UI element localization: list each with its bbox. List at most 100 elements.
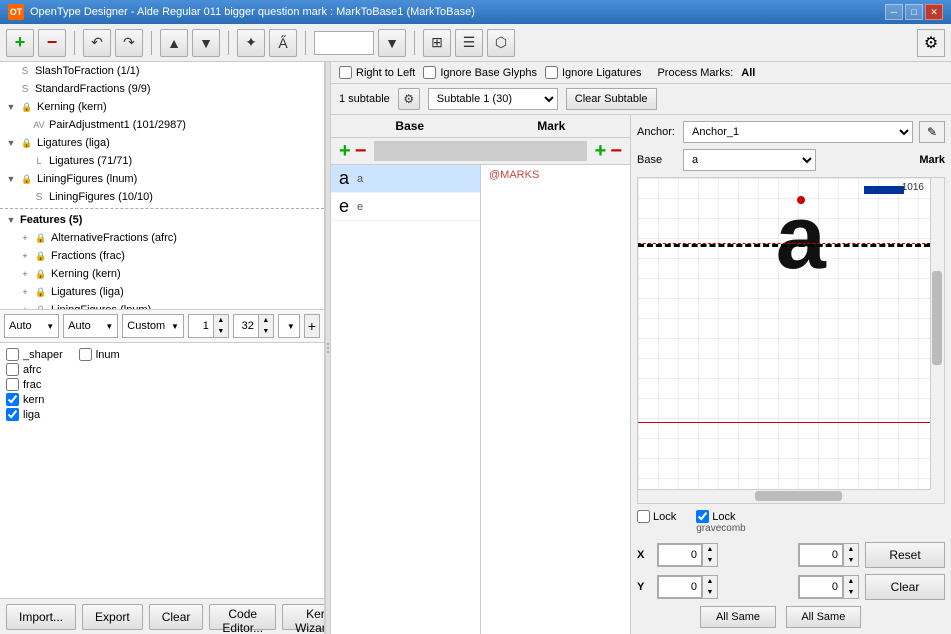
- spin-down-2[interactable]: ▼: [259, 326, 273, 337]
- subtable-settings-button[interactable]: ⚙: [398, 88, 420, 110]
- mark-remove-button[interactable]: −: [610, 141, 622, 161]
- tree-item-ligatures[interactable]: ▼ 🔒 Ligatures (liga): [0, 134, 324, 152]
- expand-icon[interactable]: +: [18, 267, 32, 281]
- tree-item[interactable]: S LiningFigures (10/10): [28, 188, 324, 206]
- ignore-base-glyphs-checkbox[interactable]: [423, 66, 436, 79]
- text-button[interactable]: A̋: [269, 29, 297, 57]
- spin-up-2[interactable]: ▲: [259, 315, 273, 326]
- y-mark-input[interactable]: 0: [799, 576, 843, 598]
- spin-up-1[interactable]: ▲: [214, 315, 228, 326]
- x-mark-down[interactable]: ▼: [844, 555, 858, 566]
- add-feature-button[interactable]: +: [6, 29, 34, 57]
- expand-icon[interactable]: ▼: [4, 136, 18, 150]
- view3-button[interactable]: ⬡: [487, 29, 515, 57]
- x-mark-input[interactable]: 0: [799, 544, 843, 566]
- minimize-button[interactable]: ─: [885, 4, 903, 20]
- subtable-select[interactable]: Subtable 1 (30): [428, 88, 558, 110]
- y-base-down[interactable]: ▼: [703, 587, 717, 598]
- feature-checkbox-frac[interactable]: [6, 378, 19, 391]
- y-base-spin-arrows[interactable]: ▲ ▼: [702, 576, 717, 598]
- y-mark-down[interactable]: ▼: [844, 587, 858, 598]
- spin-box-1[interactable]: 1 ▲ ▼: [188, 314, 229, 338]
- feature-checkbox-kern[interactable]: [6, 393, 19, 406]
- anchor-edit-button[interactable]: ✎: [919, 121, 945, 143]
- tree-group-features[interactable]: ▼ Features (5): [0, 211, 324, 229]
- move-down-button[interactable]: ▼: [192, 29, 220, 57]
- base-add-button[interactable]: +: [339, 141, 351, 161]
- expand-icon[interactable]: +: [18, 249, 32, 263]
- all-same-base-button[interactable]: All Same: [700, 606, 775, 628]
- tree-item[interactable]: + 🔒 Fractions (frac): [14, 247, 324, 265]
- redo-button[interactable]: ↷: [115, 29, 143, 57]
- feature-checkbox-afrc[interactable]: [6, 363, 19, 376]
- grid-view-button[interactable]: ⊞: [423, 29, 451, 57]
- tree-item[interactable]: + 🔒 AlternativeFractions (afrc): [14, 229, 324, 247]
- x-base-down[interactable]: ▼: [703, 555, 717, 566]
- spin-arrows-1[interactable]: ▲ ▼: [213, 315, 228, 337]
- auto-combo-1[interactable]: Auto ▼: [4, 314, 59, 338]
- auto-combo-2[interactable]: Auto ▼: [63, 314, 118, 338]
- titlebar-controls[interactable]: ─ □ ✕: [885, 4, 943, 20]
- x-base-spinbox[interactable]: 0 ▲ ▼: [657, 543, 718, 567]
- undo-button[interactable]: ↶: [83, 29, 111, 57]
- custom-combo[interactable]: Custom ▼: [122, 314, 184, 338]
- expand-icon[interactable]: +: [18, 303, 32, 310]
- lookup-combo[interactable]: ▼: [278, 314, 300, 338]
- base-table[interactable]: a a e e: [331, 165, 481, 634]
- y-base-up[interactable]: ▲: [703, 576, 717, 587]
- anchor-select[interactable]: Anchor_1: [683, 121, 913, 143]
- tree-item[interactable]: L Ligatures (71/71): [28, 152, 324, 170]
- expand-icon[interactable]: +: [18, 285, 32, 299]
- tree-item[interactable]: S SlashToFraction (1/1): [14, 62, 324, 80]
- y-mark-spin-arrows[interactable]: ▲ ▼: [843, 576, 858, 598]
- lock-grave-checkbox[interactable]: [696, 510, 709, 523]
- h-scrollbar-thumb[interactable]: [755, 491, 843, 501]
- tree-item[interactable]: + 🔒 LiningFigures (lnum): [14, 301, 324, 310]
- import-button[interactable]: Import...: [6, 604, 76, 630]
- y-mark-up[interactable]: ▲: [844, 576, 858, 587]
- base-glyph-select[interactable]: a: [683, 149, 816, 171]
- tree-item-liningfigures[interactable]: ▼ 🔒 LiningFigures (lnum): [0, 170, 324, 188]
- spin-arrows-2[interactable]: ▲ ▼: [258, 315, 273, 337]
- expand-icon[interactable]: ▼: [4, 172, 18, 186]
- v-scrollbar-thumb[interactable]: [932, 271, 942, 364]
- reset-button[interactable]: Reset: [865, 542, 945, 568]
- y-base-spinbox[interactable]: 0 ▲ ▼: [657, 575, 718, 599]
- x-mark-up[interactable]: ▲: [844, 544, 858, 555]
- x-base-up[interactable]: ▲: [703, 544, 717, 555]
- zoom-input[interactable]: 3.00%: [314, 31, 374, 55]
- move-up-button[interactable]: ▲: [160, 29, 188, 57]
- x-base-input[interactable]: 0: [658, 544, 702, 566]
- coord-clear-button[interactable]: Clear: [865, 574, 945, 600]
- tree-item-kerning[interactable]: ▼ 🔒 Kerning (kern): [0, 98, 324, 116]
- maximize-button[interactable]: □: [905, 4, 923, 20]
- expand-icon[interactable]: ▼: [4, 100, 18, 114]
- base-remove-button[interactable]: −: [355, 141, 367, 161]
- tree-item[interactable]: + 🔒 Ligatures (liga): [14, 283, 324, 301]
- feature-checkbox-shaper[interactable]: [6, 348, 19, 361]
- feature-checkbox-liga[interactable]: [6, 408, 19, 421]
- lock-base-checkbox[interactable]: [637, 510, 650, 523]
- expand-icon[interactable]: ▼: [4, 213, 18, 227]
- base-row-e[interactable]: e e: [331, 193, 480, 221]
- close-button[interactable]: ✕: [925, 4, 943, 20]
- tree-item[interactable]: S StandardFractions (9/9): [14, 80, 324, 98]
- spin-down-1[interactable]: ▼: [214, 326, 228, 337]
- y-mark-spinbox[interactable]: 0 ▲ ▼: [798, 575, 859, 599]
- x-mark-spinbox[interactable]: 0 ▲ ▼: [798, 543, 859, 567]
- settings-button[interactable]: ⚙: [917, 29, 945, 57]
- mark-add-button[interactable]: +: [595, 141, 607, 161]
- zoom-dropdown-button[interactable]: ▼: [378, 29, 406, 57]
- clear-button[interactable]: Clear: [149, 604, 204, 630]
- feature-checkbox-lnum[interactable]: [79, 348, 92, 361]
- tree-item[interactable]: AV PairAdjustment1 (101/2987): [28, 116, 324, 134]
- select-button[interactable]: ✦: [237, 29, 265, 57]
- feature-tree[interactable]: S SlashToFraction (1/1) S StandardFracti…: [0, 62, 324, 310]
- vertical-scrollbar[interactable]: [930, 178, 944, 489]
- list-view-button[interactable]: ☰: [455, 29, 483, 57]
- mark-table[interactable]: @MARKS: [481, 165, 630, 634]
- all-same-mark-button[interactable]: All Same: [786, 606, 861, 628]
- spin-box-2[interactable]: 32 ▲ ▼: [233, 314, 274, 338]
- remove-feature-button[interactable]: −: [38, 29, 66, 57]
- export-button[interactable]: Export: [82, 604, 143, 630]
